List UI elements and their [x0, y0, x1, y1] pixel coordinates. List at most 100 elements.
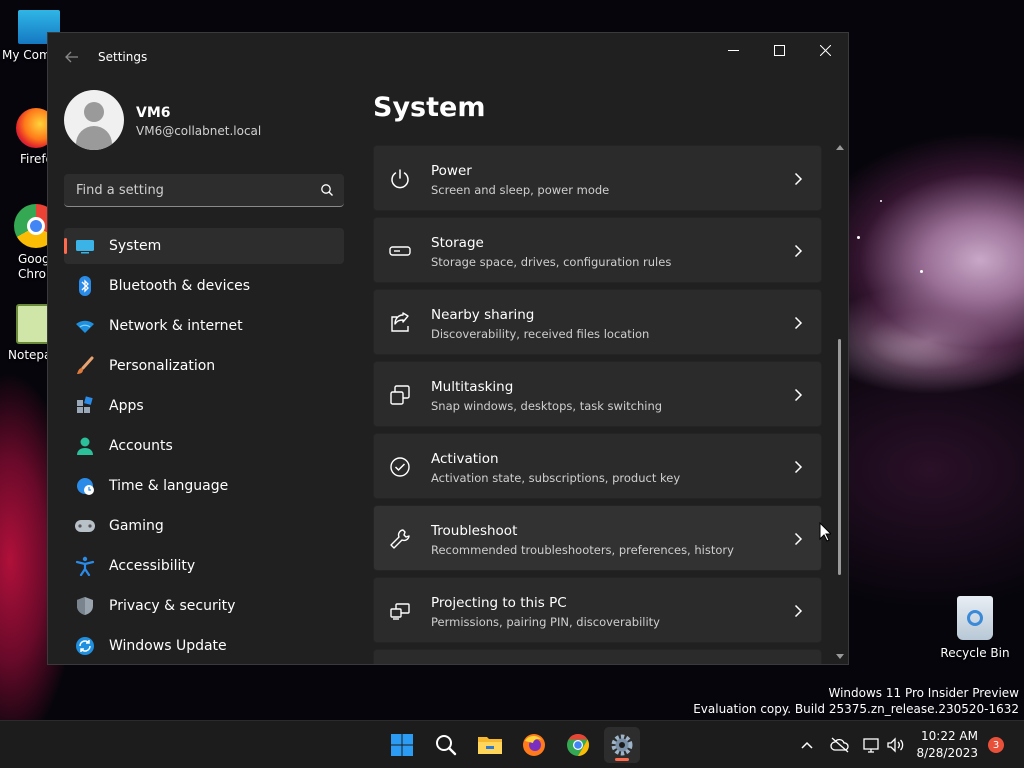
back-button[interactable]	[64, 49, 82, 67]
card-activation[interactable]: Activation Activation state, subscriptio…	[373, 433, 822, 499]
person-icon	[74, 435, 96, 457]
sidebar-item-bluetooth[interactable]: Bluetooth & devices	[64, 268, 344, 304]
apps-icon	[74, 395, 96, 417]
card-troubleshoot[interactable]: Troubleshoot Recommended troubleshooters…	[373, 505, 822, 571]
card-subtitle: Screen and sleep, power mode	[431, 183, 610, 197]
tray-overflow-button[interactable]	[800, 721, 814, 768]
brush-icon	[74, 355, 96, 377]
minimize-button[interactable]	[710, 33, 756, 67]
sidebar-item-label: Accessibility	[109, 558, 196, 574]
search-input[interactable]	[64, 174, 304, 206]
storage-icon	[388, 239, 412, 263]
sidebar-item-accessibility[interactable]: Accessibility	[64, 548, 344, 584]
card-power[interactable]: Power Screen and sleep, power mode	[373, 145, 822, 211]
card-subtitle: Recommended troubleshooters, preferences…	[431, 543, 734, 557]
back-arrow-icon	[65, 51, 78, 63]
avatar-body	[76, 126, 112, 150]
taskbar-file-explorer[interactable]	[472, 727, 508, 763]
file-explorer-icon	[478, 737, 502, 754]
profile-name: VM6	[136, 105, 171, 121]
recycle-bin-icon	[957, 596, 993, 640]
settings-icon	[611, 734, 633, 756]
sidebar-item-system[interactable]: System	[64, 228, 344, 264]
content-scrollbar[interactable]	[834, 143, 846, 663]
taskbar: 10:22 AM 8/28/2023 3	[0, 720, 1024, 768]
chrome-icon	[567, 734, 589, 756]
sidebar-item-network[interactable]: Network & internet	[64, 308, 344, 344]
card-title: Multitasking	[431, 379, 514, 395]
card-multitasking[interactable]: Multitasking Snap windows, desktops, tas…	[373, 361, 822, 427]
profile-email: VM6@collabnet.local	[136, 124, 262, 138]
sidebar-item-label: Privacy & security	[109, 598, 236, 614]
taskbar-chrome[interactable]	[560, 727, 596, 763]
taskbar-search-button[interactable]	[428, 727, 464, 763]
maximize-icon	[773, 44, 785, 56]
card-title: Nearby sharing	[431, 307, 535, 323]
avatar[interactable]	[64, 90, 124, 150]
sidebar-item-privacy[interactable]: Privacy & security	[64, 588, 344, 624]
chevron-right-icon	[794, 388, 803, 402]
sidebar-nav: System Bluetooth & devices Network & int…	[64, 228, 344, 664]
scroll-up-icon[interactable]	[835, 143, 845, 151]
chevron-right-icon	[794, 172, 803, 186]
scroll-thumb[interactable]	[838, 339, 841, 575]
check-circle-icon	[388, 455, 412, 479]
chevron-right-icon	[794, 460, 803, 474]
clock-date: 8/28/2023	[916, 746, 978, 760]
scroll-down-icon[interactable]	[835, 653, 845, 661]
sidebar-item-label: Time & language	[109, 478, 229, 494]
card-projecting[interactable]: Projecting to this PC Permissions, pairi…	[373, 577, 822, 643]
sidebar-item-label: Bluetooth & devices	[109, 278, 251, 294]
tray-onedrive[interactable]	[830, 721, 850, 768]
sidebar-item-label: Windows Update	[109, 638, 227, 654]
accessibility-icon	[74, 555, 96, 577]
network-icon	[863, 738, 879, 753]
search-icon[interactable]	[320, 183, 334, 197]
settings-search-box[interactable]	[64, 174, 344, 207]
chevron-right-icon	[794, 604, 803, 618]
card-partial[interactable]	[373, 649, 822, 664]
sidebar-item-gaming[interactable]: Gaming	[64, 508, 344, 544]
sidebar-item-personalization[interactable]: Personalization	[64, 348, 344, 384]
watermark-line: Windows 11 Pro Insider Preview	[828, 686, 1019, 700]
sidebar-item-accounts[interactable]: Accounts	[64, 428, 344, 464]
wallpaper-dot	[920, 270, 923, 273]
project-icon	[388, 599, 412, 623]
sidebar-item-windows-update[interactable]: Windows Update	[64, 628, 344, 664]
bluetooth-icon	[74, 275, 96, 297]
tray-network[interactable]	[862, 721, 882, 768]
settings-content-list: Power Screen and sleep, power mode Stora…	[373, 145, 824, 664]
card-subtitle: Activation state, subscriptions, product…	[431, 471, 681, 485]
close-button[interactable]	[802, 33, 848, 67]
chevron-up-icon	[801, 741, 813, 749]
sidebar-item-label: Apps	[109, 398, 144, 414]
sidebar-item-label: Personalization	[109, 358, 216, 374]
desktop-icon-recycle-bin[interactable]: Recycle Bin	[938, 596, 1012, 660]
multitask-icon	[388, 383, 412, 407]
sidebar-item-apps[interactable]: Apps	[64, 388, 344, 424]
start-icon	[391, 734, 413, 756]
card-title: Power	[431, 163, 472, 179]
card-storage[interactable]: Storage Storage space, drives, configura…	[373, 217, 822, 283]
notification-badge[interactable]: 3	[988, 737, 1004, 753]
card-title: Troubleshoot	[431, 523, 518, 539]
search-icon	[436, 735, 457, 756]
card-nearby-sharing[interactable]: Nearby sharing Discoverability, received…	[373, 289, 822, 355]
taskbar-clock[interactable]: 10:22 AM 8/28/2023	[916, 728, 978, 762]
card-subtitle: Snap windows, desktops, task switching	[431, 399, 663, 413]
card-title: Activation	[431, 451, 499, 467]
maximize-button[interactable]	[756, 33, 802, 67]
evaluation-watermark: Windows 11 Pro Insider Preview Evaluatio…	[693, 685, 1019, 717]
taskbar-settings[interactable]	[604, 727, 640, 763]
desktop-icon-label: Recycle Bin	[940, 646, 1010, 660]
card-title: Projecting to this PC	[431, 595, 567, 611]
firefox-icon	[523, 734, 545, 756]
taskbar-start-button[interactable]	[384, 727, 420, 763]
sidebar-item-time-language[interactable]: Time & language	[64, 468, 344, 504]
sidebar-item-label: System	[109, 238, 162, 254]
taskbar-firefox[interactable]	[516, 727, 552, 763]
active-app-indicator	[615, 758, 629, 761]
watermark-line: Evaluation copy. Build 25375.zn_release.…	[693, 702, 1019, 716]
tray-volume[interactable]	[886, 721, 906, 768]
cloud-offline-icon	[830, 737, 849, 753]
